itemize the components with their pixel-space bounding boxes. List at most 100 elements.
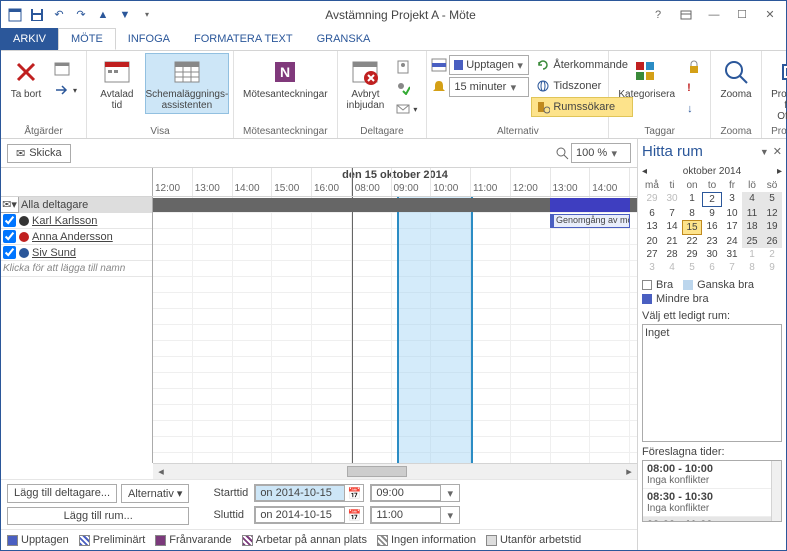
tab-mote[interactable]: MÖTE: [58, 28, 116, 50]
reminder-combo[interactable]: 15 minuter▾: [449, 77, 529, 97]
attendee-name[interactable]: Karl Karlsson: [32, 215, 97, 227]
suggestions-scrollbar[interactable]: [771, 461, 781, 521]
tab-granska[interactable]: GRANSKA: [305, 28, 383, 50]
calendar-day[interactable]: 22: [682, 235, 702, 248]
attendee-row[interactable]: Karl Karlsson: [1, 213, 152, 229]
forward-small-button[interactable]: ▾: [49, 80, 82, 100]
calendar-day[interactable]: 4: [742, 192, 762, 207]
save-icon[interactable]: [29, 7, 45, 23]
qat-more-icon[interactable]: ▾: [139, 7, 155, 23]
calendar-day[interactable]: 20: [642, 235, 662, 248]
calendar-day[interactable]: 30: [702, 248, 722, 261]
send-button[interactable]: ✉Skicka: [7, 144, 71, 163]
address-book-button[interactable]: [391, 57, 422, 77]
calendar-day[interactable]: 2: [702, 192, 722, 207]
attendee-row[interactable]: Anna Andersson: [1, 229, 152, 245]
appointment-button[interactable]: Avtalad tid: [91, 53, 143, 114]
show-as-combo[interactable]: Upptagen▾: [449, 55, 529, 75]
scroll-left-icon[interactable]: ◂: [153, 464, 169, 479]
calendar-picker-icon[interactable]: 📅: [345, 487, 363, 500]
start-time-input[interactable]: 09:00▾: [370, 484, 460, 502]
calendar-day[interactable]: 31: [722, 248, 742, 261]
meeting-notes-button[interactable]: N Mötesanteckningar: [238, 53, 333, 103]
suggested-times-list[interactable]: 08:00 - 10:00Inga konflikter08:30 - 10:3…: [642, 460, 782, 522]
add-attendees-button[interactable]: Lägg till deltagare...: [7, 484, 117, 503]
calendar-day[interactable]: 5: [682, 261, 702, 274]
calendar-day[interactable]: 19: [762, 220, 782, 235]
calendar-day[interactable]: 14: [662, 220, 682, 235]
calendar-day[interactable]: 12: [762, 207, 782, 220]
calendar-day[interactable]: 6: [702, 261, 722, 274]
check-names-button[interactable]: [391, 78, 422, 98]
options-button[interactable]: Alternativ ▾: [121, 484, 189, 503]
calendar-day[interactable]: 10: [722, 207, 742, 220]
cancel-invite-button[interactable]: Avbryt inbjudan: [342, 53, 390, 114]
end-date-input[interactable]: on 2014-10-15📅: [254, 506, 364, 524]
help-icon[interactable]: ?: [646, 5, 670, 25]
calendar-day[interactable]: 28: [662, 248, 682, 261]
calendar-day[interactable]: 8: [742, 261, 762, 274]
private-button[interactable]: [682, 57, 706, 77]
calendar-day[interactable]: 17: [722, 220, 742, 235]
calendar-day[interactable]: 11: [742, 207, 762, 220]
low-importance-button[interactable]: ↓: [682, 99, 706, 119]
calendar-day[interactable]: 26: [762, 235, 782, 248]
maximize-icon[interactable]: ☐: [730, 5, 754, 25]
scheduling-assistant-button[interactable]: Schemaläggnings- assistenten: [145, 53, 229, 114]
calendar-day[interactable]: 4: [662, 261, 682, 274]
calendar-day[interactable]: 25: [742, 235, 762, 248]
calendar-picker-icon[interactable]: 📅: [345, 509, 363, 522]
attendee-menu-icon[interactable]: ✉▾: [1, 197, 19, 212]
calendar-day[interactable]: 13: [642, 220, 662, 235]
meeting-time-selection[interactable]: [397, 197, 473, 463]
attendee-checkbox[interactable]: [3, 246, 16, 259]
calendar-day[interactable]: 1: [742, 248, 762, 261]
calendar-day[interactable]: 16: [702, 220, 722, 235]
add-rooms-button[interactable]: Lägg till rum...: [7, 507, 189, 525]
end-time-input[interactable]: 11:00▾: [370, 506, 460, 524]
high-importance-button[interactable]: !: [682, 78, 706, 98]
attendee-checkbox[interactable]: [3, 230, 16, 243]
attendee-name[interactable]: Anna Andersson: [32, 231, 113, 243]
zoom-control[interactable]: 100 %▾: [555, 143, 631, 163]
calendar-day[interactable]: 7: [722, 261, 742, 274]
room-list[interactable]: Inget: [642, 324, 782, 442]
suggestion-item[interactable]: 08:30 - 10:30Inga konflikter: [643, 489, 781, 517]
delete-button[interactable]: Ta bort: [5, 53, 47, 103]
calendar-day[interactable]: 21: [662, 235, 682, 248]
redo-icon[interactable]: ↷: [73, 7, 89, 23]
attendee-row[interactable]: Siv Sund: [1, 245, 152, 261]
calendar-day[interactable]: 24: [722, 235, 742, 248]
next-month-icon[interactable]: ▸: [777, 166, 782, 177]
calendar-day[interactable]: 3: [642, 261, 662, 274]
pane-close-icon[interactable]: ✕: [773, 145, 782, 158]
calendar-day[interactable]: 29: [682, 248, 702, 261]
start-date-input[interactable]: on 2014-10-15📅: [254, 484, 364, 502]
tab-arkiv[interactable]: ARKIV: [1, 28, 58, 50]
calendar-day[interactable]: 30: [662, 192, 682, 207]
tab-infoga[interactable]: INFOGA: [116, 28, 182, 50]
calendar-day[interactable]: 8: [682, 207, 702, 220]
close-icon[interactable]: ✕: [758, 5, 782, 25]
attendee-checkbox[interactable]: [3, 214, 16, 227]
calendar-day[interactable]: 6: [642, 207, 662, 220]
tab-formatera[interactable]: FORMATERA TEXT: [182, 28, 305, 50]
calendar-day[interactable]: 2: [762, 248, 782, 261]
calendar-day[interactable]: 9: [702, 207, 722, 220]
appointment-block[interactable]: Genomgång av mö: [550, 214, 630, 228]
calendar-day[interactable]: 3: [722, 192, 742, 207]
up-icon[interactable]: ▲: [95, 7, 111, 23]
timeline-body[interactable]: Genomgång av mö: [153, 197, 637, 463]
calendar-day[interactable]: 7: [662, 207, 682, 220]
calendar-day[interactable]: 18: [742, 220, 762, 235]
prev-month-icon[interactable]: ◂: [642, 166, 647, 177]
suggestion-item[interactable]: 08:00 - 10:00Inga konflikter: [643, 461, 781, 489]
minimize-icon[interactable]: —: [702, 5, 726, 25]
calendar-day[interactable]: 9: [762, 261, 782, 274]
attendee-name[interactable]: Siv Sund: [32, 247, 76, 259]
down-icon[interactable]: ▼: [117, 7, 133, 23]
calendar-small-button[interactable]: [49, 59, 82, 79]
ribbon-toggle-icon[interactable]: [674, 5, 698, 25]
response-options-button[interactable]: ▾: [391, 99, 422, 119]
timeline-scrollbar[interactable]: ◂ ▸: [153, 463, 637, 479]
